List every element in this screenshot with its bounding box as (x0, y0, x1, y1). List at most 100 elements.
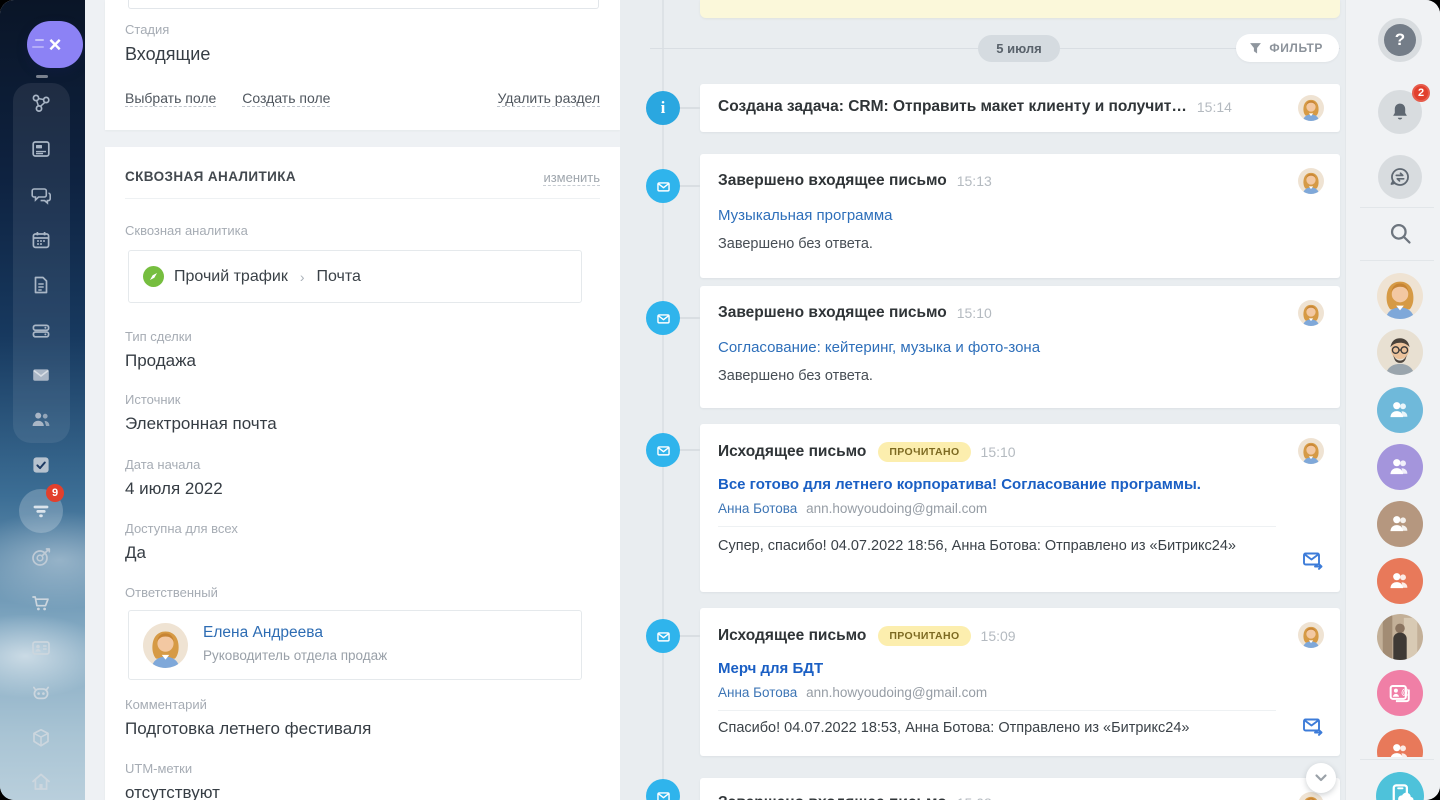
user-avatar-3[interactable] (1377, 614, 1423, 660)
compass-icon (147, 270, 160, 283)
sidebar-item-messenger[interactable] (29, 183, 53, 207)
group-icon (1387, 739, 1413, 757)
analytics-section-title: СКВОЗНАЯ АНАЛИТИКА (125, 169, 296, 184)
sidebar-item-documents[interactable] (29, 273, 53, 297)
start-date-value[interactable]: 4 июля 2022 (125, 479, 223, 499)
comment-value[interactable]: Подготовка летнего фестиваля (125, 719, 371, 739)
timeline-entry-mail-out[interactable]: Исходящее письмо ПРОЧИТАНО 15:10 Все гот… (700, 424, 1340, 592)
timeline-entry-mail-in[interactable]: Завершено входящее письмо 15:10 Согласов… (700, 286, 1340, 408)
responsible-card[interactable]: Елена Андреева Руководитель отдела прода… (128, 610, 582, 680)
crm-counter-badge: 9 (46, 484, 64, 502)
traffic-source-icon (143, 266, 164, 287)
user-avatar-1[interactable] (1377, 273, 1423, 319)
close-menu-button[interactable]: × (27, 21, 83, 68)
chat-group-clipped[interactable] (1377, 729, 1423, 757)
timeline-entry-task[interactable]: Создана задача: CRM: Отправить макет кли… (700, 84, 1340, 132)
stage-value[interactable]: Входящие (125, 44, 210, 65)
utm-value[interactable]: отсутствуют (125, 783, 220, 800)
entry-time: 15:08 (957, 795, 992, 800)
sidebar-item-mail[interactable] (29, 363, 53, 387)
menu-handle[interactable] (36, 75, 48, 78)
sidebar-item-apps[interactable] (29, 726, 53, 750)
chat-icon (29, 183, 53, 207)
available-value[interactable]: Да (125, 543, 146, 563)
scroll-down-button[interactable] (1306, 763, 1336, 793)
reply-mail-icon[interactable] (1301, 548, 1325, 572)
sidebar-item-automation[interactable] (29, 681, 53, 705)
sidebar-item-tasks[interactable] (29, 453, 53, 477)
chat-group-brown[interactable] (1377, 501, 1423, 547)
entry-title: Завершено входящее письмо (718, 304, 947, 322)
chat-group-blue[interactable] (1377, 387, 1423, 433)
mail-body-preview[interactable]: Супер, спасибо! 04.07.2022 18:56, Анна Б… (718, 533, 1322, 559)
envelope-icon (654, 177, 673, 196)
mail-subject-link[interactable]: Музыкальная программа (718, 207, 1322, 224)
avatar-man (1377, 329, 1423, 375)
deal-type-value[interactable]: Продажа (125, 351, 196, 371)
bell-icon (1388, 100, 1412, 124)
mail-subject-link[interactable]: Мерч для БДТ (718, 660, 1322, 677)
field-input-partial[interactable] (128, 0, 599, 9)
sender-name-link[interactable]: Анна Ботова (718, 501, 797, 516)
messenger-icon (1388, 165, 1412, 189)
sidebar-item-store[interactable] (29, 591, 53, 615)
source-value[interactable]: Электронная почта (125, 414, 277, 434)
bitrix24-crm-app: × 9 Стадия Входящие Выбрать поле Созд (0, 0, 1440, 800)
sidebar-item-marketing[interactable] (29, 545, 53, 569)
entry-time: 15:10 (957, 305, 992, 321)
card-divider (718, 526, 1276, 527)
section-divider (125, 198, 600, 199)
delete-section-link[interactable]: Удалить раздел (497, 90, 600, 107)
messenger-button[interactable] (1378, 155, 1422, 199)
select-field-link[interactable]: Выбрать поле (125, 90, 216, 107)
help-button[interactable]: ? (1378, 18, 1422, 62)
chat-group-orange[interactable] (1377, 558, 1423, 604)
entry-author-avatar (1298, 438, 1324, 464)
mobile-app-button[interactable] (1376, 772, 1424, 800)
timeline-entry-mail-out[interactable]: Исходящее письмо ПРОЧИТАНО 15:09 Мерч дл… (700, 608, 1340, 756)
contact-center-button[interactable] (1377, 670, 1423, 716)
mail-subject-link[interactable]: Согласование: кейтеринг, музыка и фото-з… (718, 339, 1322, 356)
timeline-entry-partial[interactable]: Завершено входящее письмо 15:08 (700, 778, 1340, 800)
sidebar-item-contact-center[interactable] (29, 636, 53, 660)
sidebar-item-news[interactable] (29, 137, 53, 161)
reply-mail-icon[interactable] (1301, 714, 1325, 738)
home-icon (29, 770, 53, 794)
mail-body-preview[interactable]: Спасибо! 04.07.2022 18:53, Анна Ботова: … (718, 715, 1322, 741)
id-card-icon (29, 636, 53, 660)
drive-icon (29, 319, 53, 343)
sidebar-item-company[interactable] (29, 770, 53, 794)
decor-line (32, 46, 44, 48)
divider (1360, 207, 1434, 208)
entry-title[interactable]: Создана задача: CRM: Отправить макет кли… (718, 98, 1187, 116)
sidebar-item-calendar[interactable] (29, 228, 53, 252)
sidebar-item-crm[interactable] (29, 499, 53, 523)
deal-fields-card: Стадия Входящие Выбрать поле Создать пол… (105, 0, 620, 130)
responsible-name-link[interactable]: Елена Андреева (203, 624, 323, 642)
divider (1360, 260, 1434, 261)
chevron-down-icon (1314, 771, 1328, 785)
edit-section-link[interactable]: изменить (543, 170, 600, 186)
sender-name-link[interactable]: Анна Ботова (718, 685, 797, 700)
envelope-icon (654, 627, 673, 646)
utm-label: UTM-метки (125, 761, 192, 776)
traffic-source-box[interactable]: Прочий трафик › Почта (128, 250, 582, 303)
sidebar-item-feed[interactable] (29, 91, 53, 115)
responsible-role: Руководитель отдела продаж (203, 648, 387, 663)
mail-subject-link[interactable]: Все готово для летнего корпоратива! Согл… (718, 476, 1322, 493)
search-button[interactable] (1387, 220, 1414, 247)
pinned-note-partial[interactable] (700, 0, 1340, 18)
user-avatar-2[interactable] (1377, 329, 1423, 375)
create-field-link[interactable]: Создать поле (242, 90, 330, 107)
filter-button[interactable]: ФИЛЬТР (1236, 34, 1339, 62)
timeline-entry-mail-in[interactable]: Завершено входящее письмо 15:13 Музыкаль… (700, 154, 1340, 278)
deal-details-panel: Стадия Входящие Выбрать поле Создать пол… (85, 0, 620, 800)
mail-event-icon (646, 779, 680, 800)
avatar-woman (1298, 95, 1324, 121)
sidebar-item-drive[interactable] (29, 319, 53, 343)
envelope-forward-icon (1301, 714, 1325, 738)
search-icon (1387, 220, 1414, 247)
traffic-source-value: Прочий трафик (174, 268, 288, 286)
chat-group-purple[interactable] (1377, 444, 1423, 490)
sidebar-item-employees[interactable] (29, 407, 53, 431)
